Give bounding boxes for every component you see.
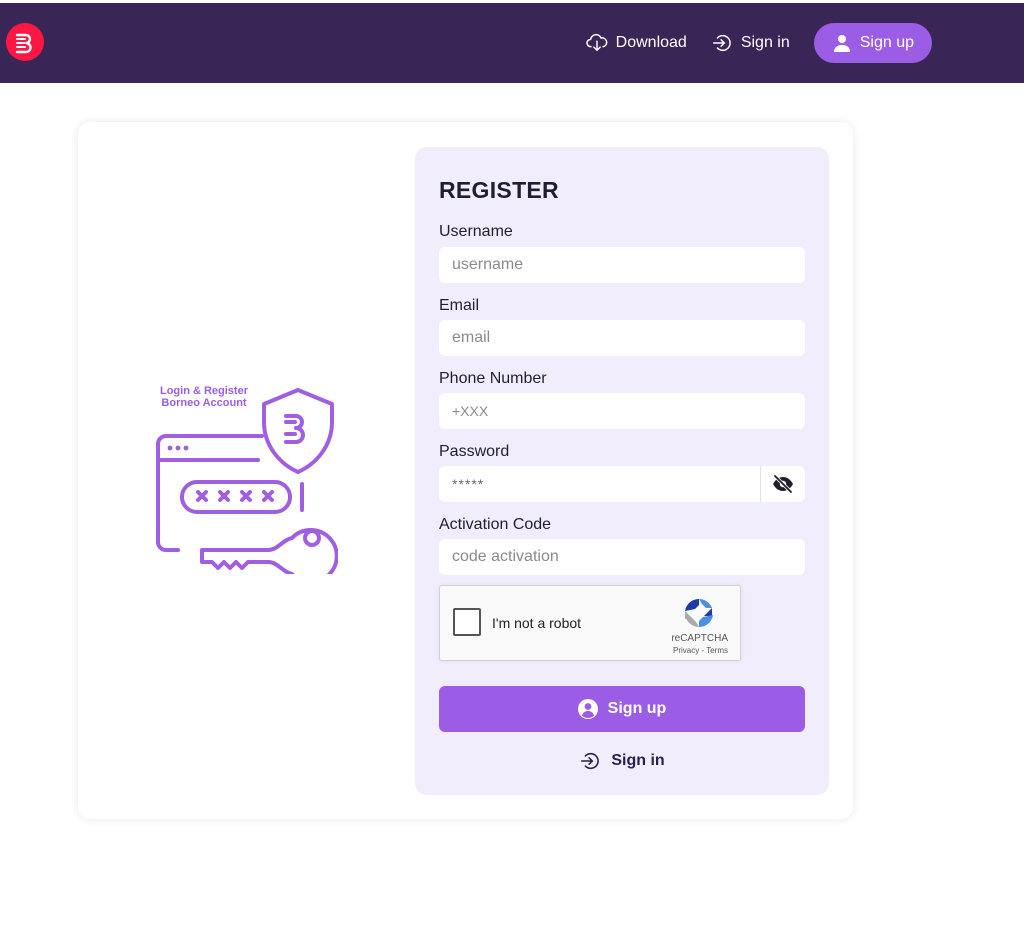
nav-signup-button[interactable]: Sign up — [813, 23, 932, 63]
recaptcha-links: Privacy - Terms — [673, 646, 728, 655]
toggle-password-visibility-button[interactable] — [760, 466, 805, 502]
eye-slash-icon — [773, 475, 793, 493]
user-circle-icon — [577, 699, 598, 719]
activation-code-input[interactable] — [439, 539, 805, 575]
borneo-logo-icon — [15, 33, 32, 54]
recaptcha-privacy-link[interactable]: Privacy — [673, 646, 699, 655]
phone-input[interactable] — [439, 393, 805, 429]
brand-logo[interactable] — [6, 23, 44, 61]
signup-submit-button[interactable]: Sign up — [439, 686, 805, 732]
phone-label: Phone Number — [439, 370, 547, 387]
password-label: Password — [439, 443, 510, 460]
username-input[interactable] — [439, 247, 805, 283]
sign-in-icon — [581, 752, 600, 770]
form-heading: REGISTER — [439, 177, 559, 203]
security-key-illustration-icon — [156, 388, 338, 574]
recaptcha-checkbox[interactable] — [453, 608, 481, 636]
nav-signup-label: Sign up — [859, 34, 914, 51]
nav-download-link[interactable]: Download — [585, 33, 687, 53]
top-navbar: Download Sign in Sign up — [0, 3, 1024, 83]
recaptcha-widget: I'm not a robot reCAPTCHA Privacy - Term… — [439, 585, 741, 661]
password-input[interactable] — [439, 466, 759, 502]
email-input[interactable] — [439, 320, 805, 356]
nav-signin-label: Sign in — [740, 34, 790, 51]
recaptcha-brand: reCAPTCHA — [671, 633, 728, 644]
activation-code-label: Activation Code — [439, 516, 552, 533]
signin-link-label: Sign in — [611, 752, 665, 769]
recaptcha-label: I'm not a robot — [492, 615, 582, 631]
sign-in-icon — [712, 34, 731, 52]
user-icon — [833, 35, 850, 52]
username-label: Username — [439, 223, 513, 240]
password-field-group — [439, 466, 805, 502]
nav-signin-link[interactable]: Sign in — [711, 32, 790, 54]
register-card: Login & Register Borneo Account REGISTER… — [78, 122, 853, 819]
recaptcha-terms-link[interactable]: Terms — [706, 646, 728, 655]
header-nav: Download Sign in Sign up — [585, 23, 932, 63]
email-label: Email — [439, 297, 480, 314]
nav-download-label: Download — [615, 34, 687, 51]
signup-submit-label: Sign up — [607, 700, 667, 717]
signin-link[interactable]: Sign in — [439, 747, 805, 775]
recaptcha-logo-icon — [685, 598, 713, 628]
cloud-download-icon — [585, 33, 608, 52]
register-form-panel: REGISTER Username Email Phone Number Pas… — [415, 147, 829, 795]
